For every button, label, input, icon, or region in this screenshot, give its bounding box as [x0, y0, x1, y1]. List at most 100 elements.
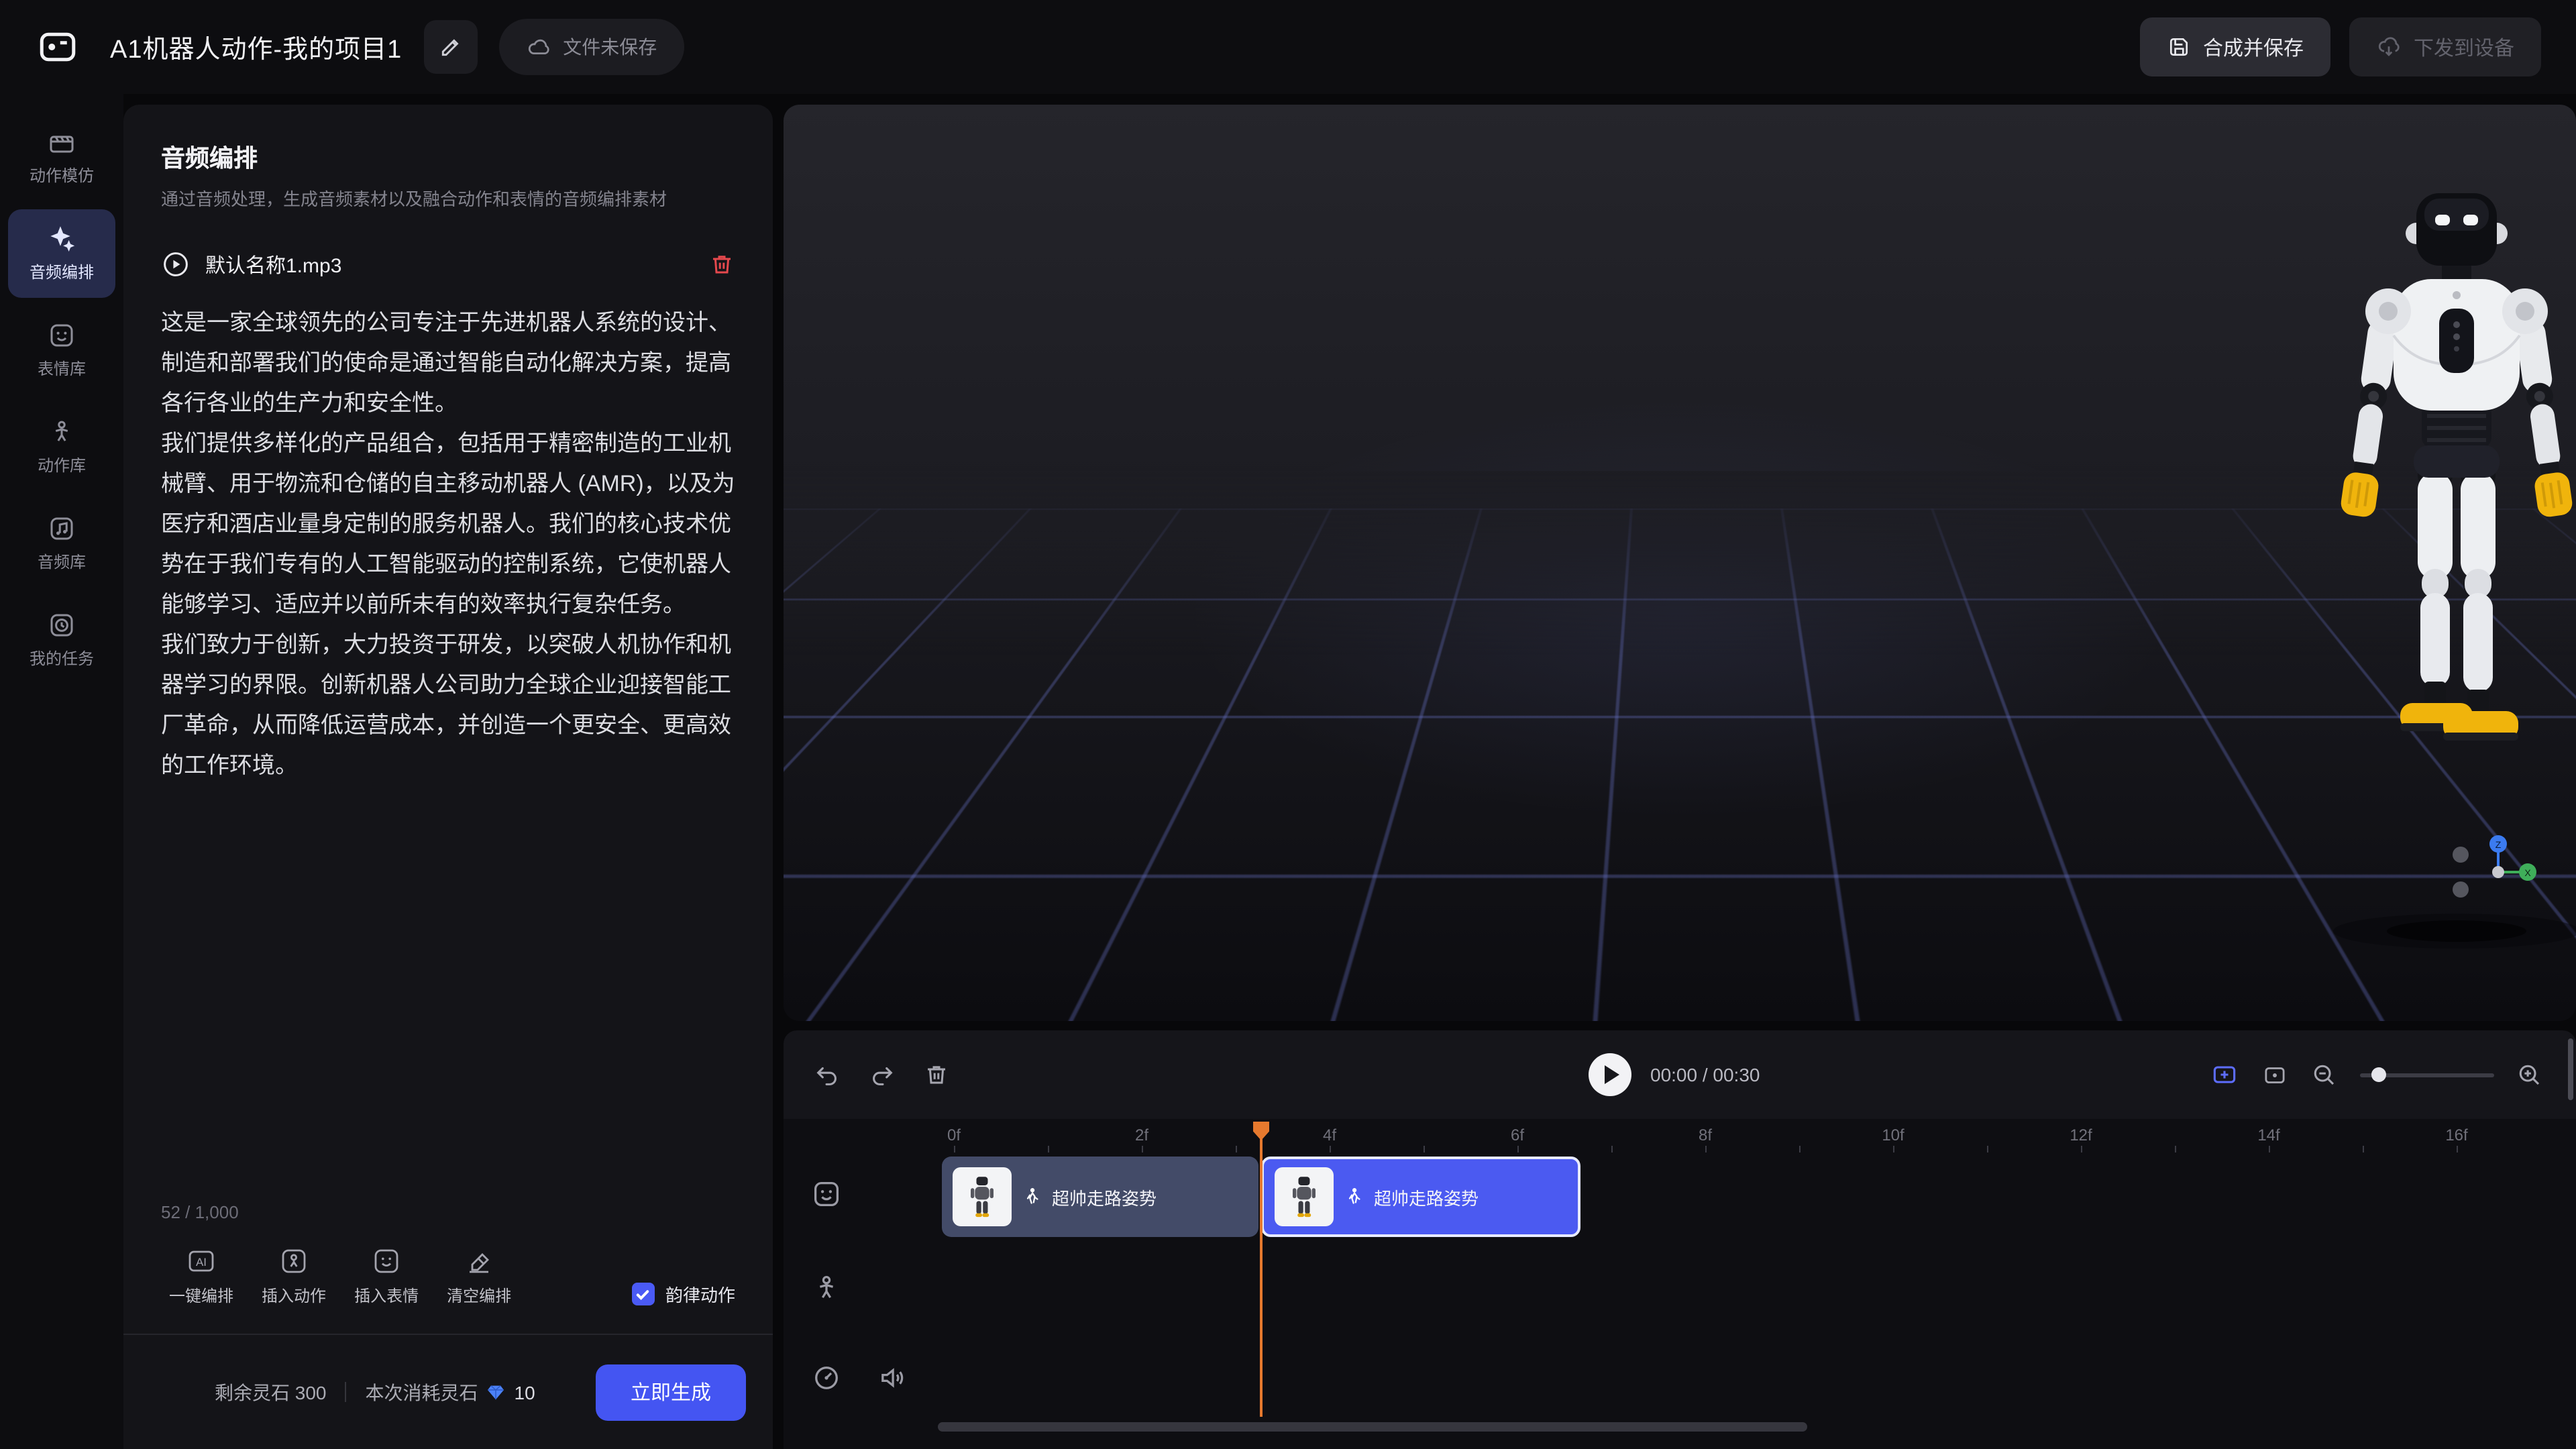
- ruler-tick-label: 16f: [2445, 1126, 2467, 1144]
- rhythm-label: 韵律动作: [665, 1281, 735, 1307]
- audio-arrange-panel: 音频编排 通过音频处理，生成音频素材以及融合动作和表情的音频编排素材 默认名称1…: [123, 105, 773, 1449]
- slider-knob[interactable]: [2371, 1067, 2386, 1082]
- keyframe-view-button[interactable]: [2261, 1061, 2289, 1089]
- timeline-zoom-slider[interactable]: [2360, 1073, 2494, 1077]
- horizontal-scrollbar[interactable]: [938, 1422, 1807, 1432]
- sidebar-item-label: 我的任务: [30, 647, 94, 669]
- project-title: A1机器人动作-我的项目1: [110, 29, 402, 65]
- panel-footer: 剩余灵石 300 本次消耗灵石 10 立即生成: [123, 1334, 773, 1449]
- music-square-icon: [47, 514, 76, 543]
- delete-clip-button[interactable]: [923, 1061, 950, 1088]
- speed-control-icon[interactable]: [810, 1362, 843, 1394]
- zoom-out-icon: [2310, 1061, 2339, 1089]
- deploy-label: 下发到设备: [2414, 33, 2514, 61]
- compose-save-button[interactable]: 合成并保存: [2140, 17, 2330, 76]
- ai-arrange-icon: AI: [186, 1246, 216, 1276]
- zoom-in-icon: [2516, 1061, 2544, 1089]
- playhead[interactable]: [1260, 1124, 1263, 1417]
- sidebar-item-label: 动作库: [38, 453, 86, 476]
- zoom-out-button[interactable]: [2310, 1061, 2339, 1089]
- generate-button[interactable]: 立即生成: [596, 1364, 746, 1420]
- ruler-ticks[interactable]: [954, 1146, 2483, 1152]
- unsaved-label: 文件未保存: [563, 34, 657, 60]
- playback-controls: 00:00 / 00:30: [1589, 1030, 1760, 1119]
- ruler-tick-label: 0f: [947, 1126, 961, 1144]
- insert-expression-button[interactable]: 插入表情: [354, 1246, 419, 1307]
- svg-text:AI: AI: [196, 1256, 207, 1269]
- figure-icon: [47, 417, 76, 447]
- ruler-tick-label: 8f: [1699, 1126, 1712, 1144]
- zoom-in-button[interactable]: [2516, 1061, 2544, 1089]
- app-root: A1机器人动作-我的项目1 文件未保存 合成并保存 下发到设备: [0, 0, 2576, 1449]
- clip-thumbnail: [953, 1167, 1012, 1226]
- audio-play-button[interactable]: [161, 250, 191, 279]
- sidebar-item-audio-library[interactable]: 音频库: [8, 499, 115, 588]
- add-to-timeline-button[interactable]: [2210, 1060, 2239, 1089]
- sidebar-item-expression-library[interactable]: 表情库: [8, 306, 115, 394]
- player-bar: 00:00 / 00:30: [784, 1030, 2576, 1119]
- add-clip-icon: [2210, 1060, 2239, 1089]
- ruler-tick-label: 12f: [2070, 1126, 2092, 1144]
- ruler-tick-label: 4f: [1323, 1126, 1336, 1144]
- panel-subtitle: 通过音频处理，生成音频素材以及融合动作和表情的音频编排素材: [161, 188, 735, 212]
- footer-divider: [345, 1382, 347, 1402]
- svg-text:X: X: [2524, 867, 2531, 878]
- sidebar: 动作模仿 音频编排 表情库 动作库 音频库: [0, 94, 123, 1449]
- playhead-handle[interactable]: [1253, 1122, 1269, 1140]
- undo-icon: [813, 1061, 841, 1089]
- audio-mute-icon[interactable]: [876, 1362, 908, 1394]
- deploy-button[interactable]: 下发到设备: [2349, 17, 2541, 76]
- clapperboard-icon: [47, 127, 76, 157]
- rename-button[interactable]: [423, 20, 477, 74]
- sidebar-item-label: 动作模仿: [30, 164, 94, 186]
- clear-arrange-button[interactable]: 清空编排: [447, 1246, 511, 1307]
- tool-label: 清空编排: [447, 1284, 511, 1307]
- action-track: 超帅走路姿势: [784, 1157, 2576, 1237]
- play-circle-icon: [161, 250, 191, 279]
- sidebar-item-my-tasks[interactable]: 我的任务: [8, 596, 115, 684]
- delete-audio-button[interactable]: [708, 251, 735, 278]
- cost-label: 本次消耗灵石: [366, 1379, 478, 1405]
- timeline-clip-selected[interactable]: 超帅走路姿势: [1261, 1157, 1580, 1237]
- sidebar-item-motion-imitation[interactable]: 动作模仿: [8, 113, 115, 201]
- svg-text:Z: Z: [2496, 839, 2502, 850]
- cloud-icon: [525, 34, 551, 60]
- audio-item: 默认名称1.mp3: [161, 250, 735, 279]
- tool-label: 一键编排: [169, 1284, 233, 1307]
- clip-label: 超帅走路姿势: [1052, 1184, 1157, 1210]
- trash-icon: [708, 251, 735, 278]
- insert-action-button[interactable]: 插入动作: [262, 1246, 326, 1307]
- char-counter: 52 / 1,000: [161, 1202, 735, 1222]
- viewport-gizmo[interactable]: X Z: [2442, 830, 2541, 914]
- sidebar-item-action-library[interactable]: 动作库: [8, 402, 115, 491]
- sidebar-item-label: 表情库: [38, 357, 86, 380]
- audio-filename: 默认名称1.mp3: [205, 250, 694, 278]
- tool-label: 插入动作: [262, 1284, 326, 1307]
- vertical-scrollbar[interactable]: [2568, 1038, 2573, 1100]
- viewport-3d[interactable]: X Z: [784, 105, 2576, 1021]
- redo-icon: [868, 1061, 896, 1089]
- one-click-arrange-button[interactable]: AI 一键编排: [169, 1246, 233, 1307]
- walking-pose-icon: [1022, 1187, 1041, 1206]
- sparkles-icon: [47, 224, 76, 254]
- insert-action-icon: [279, 1246, 309, 1276]
- action-track-icon[interactable]: [810, 1272, 843, 1304]
- undo-button[interactable]: [813, 1061, 841, 1089]
- clip-label: 超帅走路姿势: [1374, 1184, 1479, 1210]
- rhythm-motion-checkbox[interactable]: 韵律动作: [632, 1281, 735, 1307]
- timeline-clip[interactable]: 超帅走路姿势: [942, 1157, 1258, 1237]
- walking-pose-icon: [1344, 1187, 1363, 1206]
- sidebar-item-audio-arrange[interactable]: 音频编排: [8, 209, 115, 298]
- unsaved-status: 文件未保存: [498, 19, 684, 75]
- cloud-download-icon: [2376, 34, 2402, 60]
- ruler-tick-label: 6f: [1511, 1126, 1524, 1144]
- play-button[interactable]: [1589, 1053, 1631, 1096]
- transcript-editor[interactable]: 这是一家全球领先的公司专注于先进机器人系统的设计、制造和部署我们的使命是通过智能…: [161, 303, 735, 1197]
- insert-expression-icon: [372, 1246, 401, 1276]
- smiley-square-icon: [47, 321, 76, 350]
- panel-title: 音频编排: [161, 140, 735, 174]
- redo-button[interactable]: [868, 1061, 896, 1089]
- pencil-icon: [438, 35, 462, 59]
- sidebar-item-label: 音频库: [38, 550, 86, 573]
- keyframe-icon: [2261, 1061, 2289, 1089]
